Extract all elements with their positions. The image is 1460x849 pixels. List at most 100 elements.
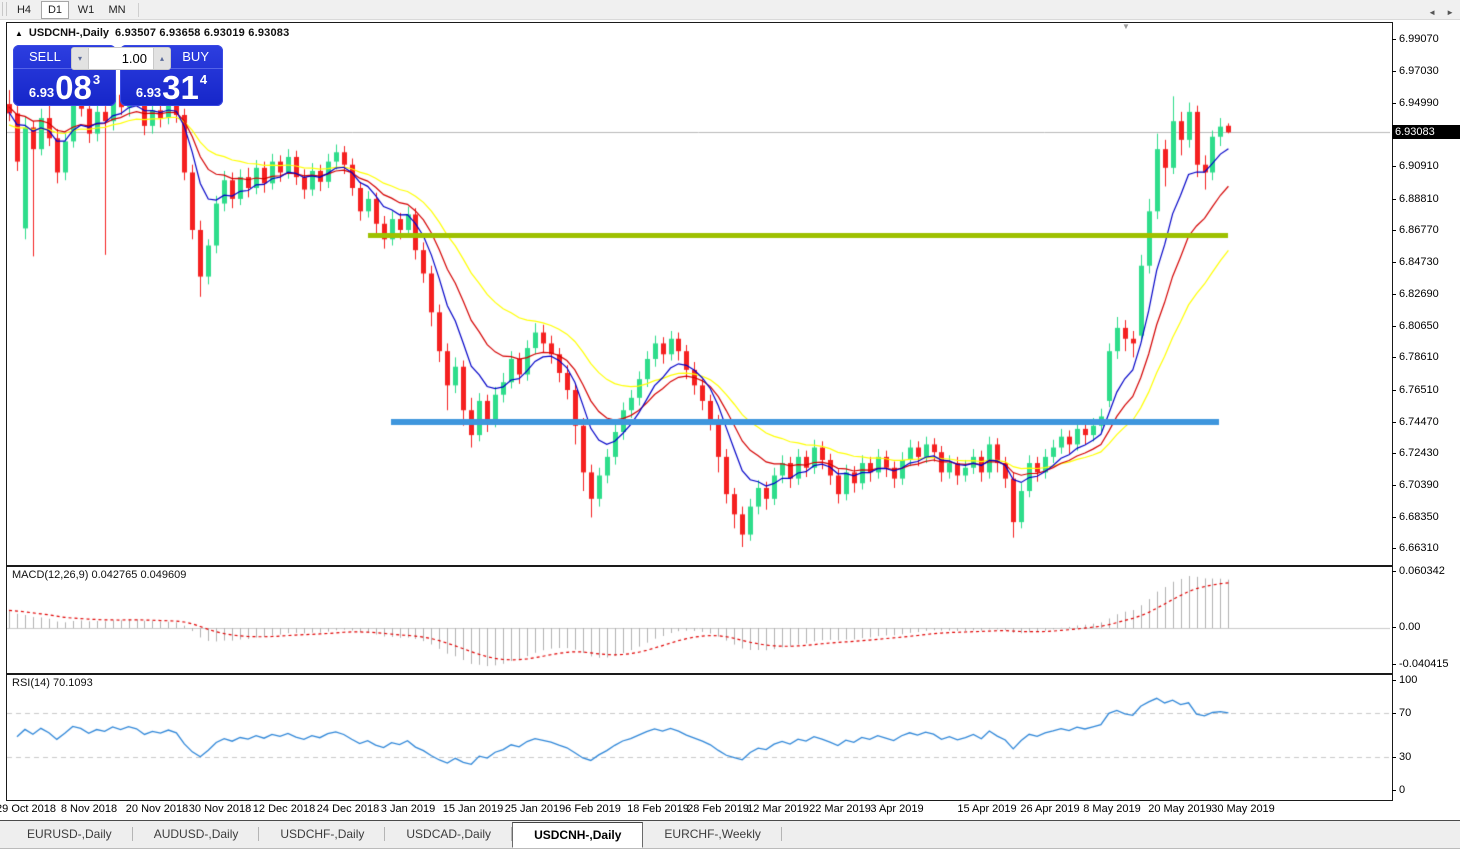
- indicator-axis-tick: [1392, 664, 1396, 665]
- volume-increase-button[interactable]: ▴: [153, 48, 170, 69]
- timeframe-button-w1[interactable]: W1: [72, 1, 100, 19]
- date-axis-label: 25 Jan 2019: [505, 803, 566, 815]
- volume-decrease-button[interactable]: ▾: [72, 48, 89, 69]
- symbol-tab-audusd-daily[interactable]: AUDUSD-,Daily: [133, 821, 260, 848]
- indicator-axis-label: 0: [1399, 784, 1405, 796]
- sell-button-label: SELL: [29, 49, 61, 64]
- date-axis-label: 3 Jan 2019: [381, 803, 435, 815]
- symbol-tab-eurchf-weekly[interactable]: EURCHF-,Weekly: [643, 821, 781, 848]
- date-axis-label: 8 Nov 2018: [61, 803, 117, 815]
- price-axis-label: 6.86770: [1399, 224, 1439, 236]
- price-axis-label: 6.70390: [1399, 479, 1439, 491]
- price-axis-tick: [1392, 326, 1396, 327]
- date-axis-label: 15 Jan 2019: [443, 803, 504, 815]
- price-axis-label: 6.84730: [1399, 256, 1439, 268]
- timeframe-button-d1[interactable]: D1: [41, 1, 69, 19]
- price-axis-tick: [1392, 517, 1396, 518]
- rsi-value: 70.1093: [53, 677, 93, 689]
- symbol-tab-eurusd-daily[interactable]: EURUSD-,Daily: [6, 821, 133, 848]
- volume-input[interactable]: [89, 48, 153, 69]
- sell-price-small: 6.93: [29, 85, 54, 100]
- buy-price[interactable]: 6.93 31 4: [120, 69, 223, 106]
- sell-price[interactable]: 6.93 08 3: [13, 69, 116, 106]
- price-axis-tick: [1392, 230, 1396, 231]
- price-axis-label: 6.66310: [1399, 542, 1439, 554]
- macd-value: 0.042765: [91, 569, 137, 581]
- price-axis[interactable]: 6.990706.970306.949906.909106.888106.867…: [1392, 22, 1460, 799]
- one-click-trading-panel: SELL 6.93 08 3 BUY 6.93 31 4 ▾: [13, 45, 225, 107]
- tab-scroll-right-icon[interactable]: ►: [1446, 8, 1454, 17]
- symbol-tab-usdcad-daily[interactable]: USDCAD-,Daily: [385, 821, 512, 848]
- rsi-label: RSI(14) 70.1093: [12, 677, 93, 689]
- price-chart-pane: ▼ ▲ USDCNH-,Daily 6.93507 6.93658 6.9301…: [6, 22, 1393, 566]
- symbol-tab-usdcnh-daily[interactable]: USDCNH-,Daily: [512, 822, 643, 848]
- buy-button-label: BUY: [182, 49, 209, 64]
- price-axis-tick: [1392, 103, 1396, 104]
- price-axis-label: 6.94990: [1399, 97, 1439, 109]
- date-axis-label: 12 Dec 2018: [253, 803, 315, 815]
- date-axis-label: 12 Mar 2019: [747, 803, 809, 815]
- price-axis-label: 6.90910: [1399, 160, 1439, 172]
- toolbar-grip[interactable]: [2, 2, 7, 16]
- date-axis-label: 6 Feb 2019: [565, 803, 621, 815]
- date-axis-label: 15 Apr 2019: [957, 803, 1016, 815]
- date-axis-label: 18 Feb 2019: [627, 803, 689, 815]
- tab-scroll-controls: ◄ ►: [1428, 8, 1454, 17]
- price-axis-tick: [1392, 199, 1396, 200]
- price-axis-tick: [1392, 485, 1396, 486]
- timeframe-toolbar: H4D1W1MN: [0, 0, 1460, 20]
- buy-price-small: 6.93: [136, 85, 161, 100]
- price-axis-tick: [1392, 39, 1396, 40]
- symbol-tab-usdchf-daily[interactable]: USDCHF-,Daily: [259, 821, 385, 848]
- price-axis-tick: [1392, 71, 1396, 72]
- indicator-axis-tick: [1392, 713, 1396, 714]
- current-price-tag: 6.93083: [1392, 125, 1460, 139]
- date-axis-label: 3 Apr 2019: [870, 803, 923, 815]
- tab-scroll-left-icon[interactable]: ◄: [1428, 8, 1436, 17]
- price-axis-label: 6.80650: [1399, 320, 1439, 332]
- date-axis-label: 26 Apr 2019: [1020, 803, 1079, 815]
- macd-signal-value: 0.049609: [140, 569, 186, 581]
- date-axis-label: 30 May 2019: [1211, 803, 1275, 815]
- chart-collapse-marker-icon[interactable]: ▼: [1122, 22, 1130, 31]
- date-axis[interactable]: 29 Oct 20188 Nov 201820 Nov 201830 Nov 2…: [6, 800, 1392, 819]
- trading-platform-window: H4D1W1MN ▼ ▲ USDCNH-,Daily 6.93507 6.936…: [0, 0, 1460, 849]
- chart-symbol-period: USDCNH-,Daily: [29, 27, 109, 39]
- buy-price-big: 31: [162, 73, 199, 103]
- macd-label: MACD(12,26,9) 0.042765 0.049609: [12, 569, 186, 581]
- price-axis-tick: [1392, 548, 1396, 549]
- sell-price-big: 08: [55, 73, 92, 103]
- price-axis-label: 6.68350: [1399, 511, 1439, 523]
- price-axis-label: 6.82690: [1399, 288, 1439, 300]
- price-axis-tick: [1392, 422, 1396, 423]
- indicator-axis-label: 30: [1399, 751, 1411, 763]
- date-axis-label: 20 May 2019: [1148, 803, 1212, 815]
- timeframe-button-mn[interactable]: MN: [103, 1, 131, 19]
- price-axis-label: 6.72430: [1399, 447, 1439, 459]
- date-axis-label: 22 Mar 2019: [809, 803, 871, 815]
- date-axis-label: 8 May 2019: [1083, 803, 1140, 815]
- sell-price-sup: 3: [93, 72, 100, 87]
- indicator-axis-label: 0.00: [1399, 621, 1420, 633]
- date-axis-label: 24 Dec 2018: [317, 803, 379, 815]
- indicator-axis-tick: [1392, 757, 1396, 758]
- price-axis-tick: [1392, 294, 1396, 295]
- date-axis-label: 30 Nov 2018: [189, 803, 251, 815]
- toolbar-separator: [138, 3, 139, 17]
- date-axis-label: 29 Oct 2018: [0, 803, 56, 815]
- timeframe-button-h4[interactable]: H4: [10, 1, 38, 19]
- indicator-axis-label: 0.060342: [1399, 565, 1445, 577]
- price-axis-label: 6.88810: [1399, 193, 1439, 205]
- chart-ohlc-values: 6.93507 6.93658 6.93019 6.93083: [115, 27, 289, 39]
- chart-tab-bar: EURUSD-,DailyAUDUSD-,DailyUSDCHF-,DailyU…: [0, 820, 1460, 849]
- indicator-axis-label: -0.040415: [1399, 658, 1449, 670]
- price-axis-label: 6.76510: [1399, 384, 1439, 396]
- rsi-canvas[interactable]: [7, 675, 1390, 798]
- price-axis-tick: [1392, 390, 1396, 391]
- price-axis-tick: [1392, 166, 1396, 167]
- one-click-collapse-icon[interactable]: ▲: [15, 29, 23, 38]
- price-axis-label: 6.78610: [1399, 351, 1439, 363]
- macd-canvas[interactable]: [7, 567, 1390, 671]
- buy-price-sup: 4: [200, 72, 207, 87]
- rsi-pane: RSI(14) 70.1093: [6, 674, 1393, 801]
